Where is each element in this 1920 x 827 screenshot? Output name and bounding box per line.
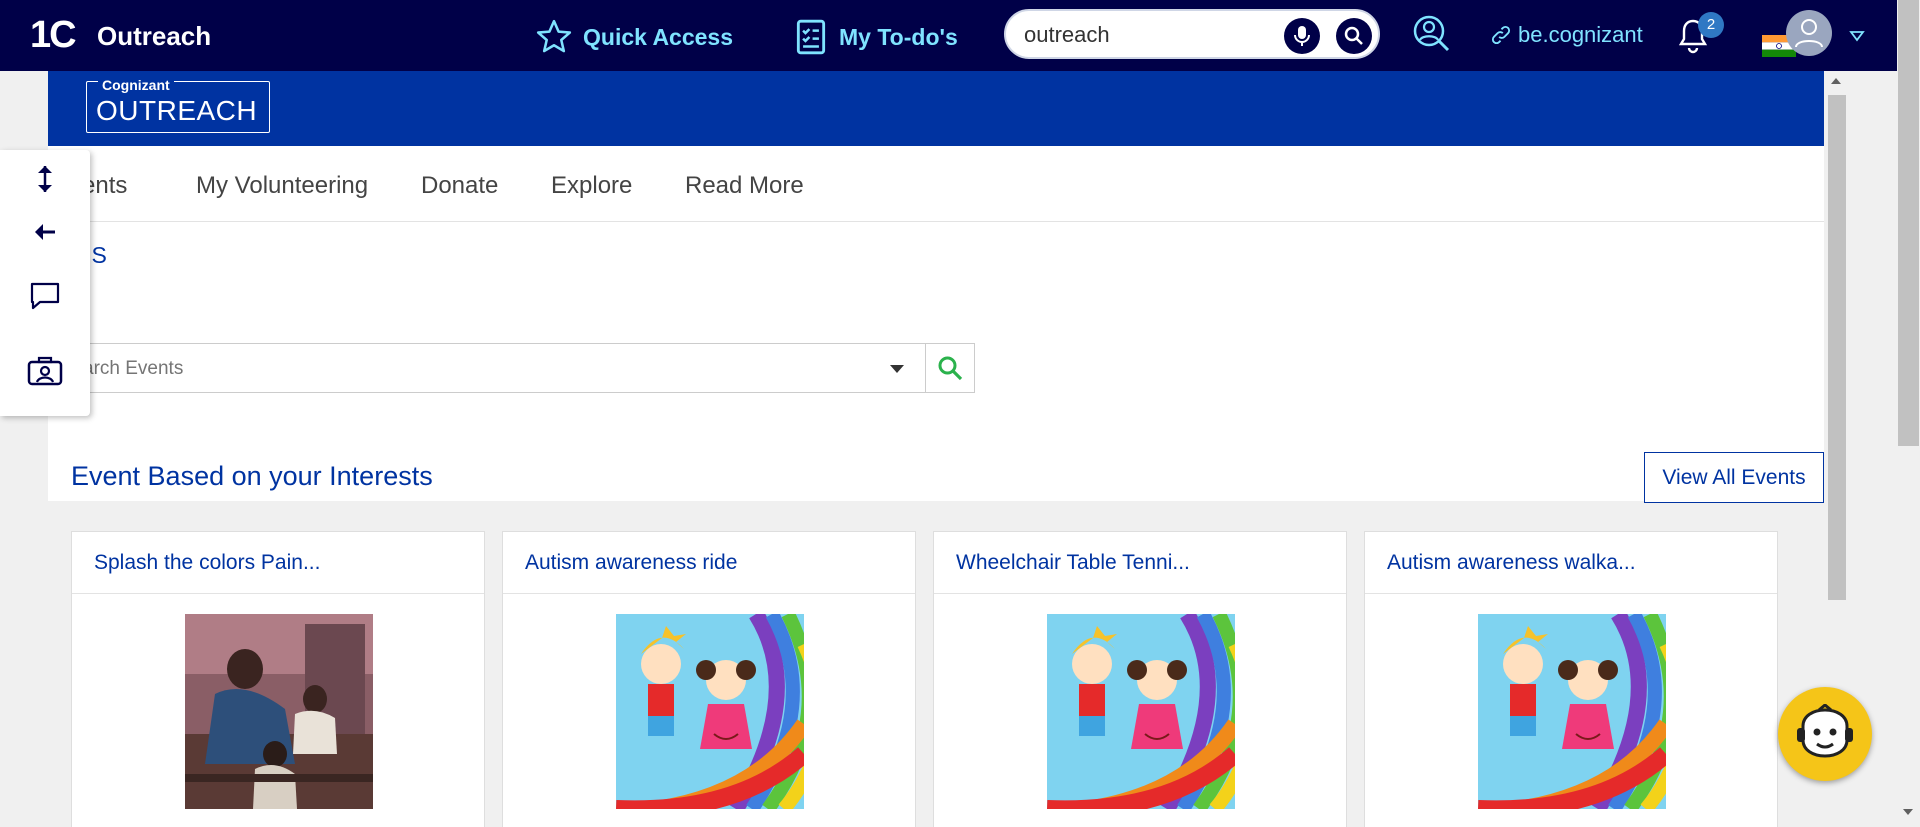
card-divider xyxy=(1365,593,1777,594)
search-icon xyxy=(938,356,963,381)
view-all-events-button[interactable]: View All Events xyxy=(1644,452,1824,503)
section-title: Event Based on your Interests xyxy=(71,461,433,491)
microphone-icon xyxy=(1294,26,1310,46)
star-icon xyxy=(536,19,572,53)
brand-big-text: OUTREACH xyxy=(96,95,258,126)
event-card[interactable]: Splash the colors Pain... xyxy=(71,531,485,827)
event-card[interactable]: Autism awareness ride xyxy=(502,531,916,827)
brand-small-text: Cognizant xyxy=(98,77,174,93)
notification-badge: 2 xyxy=(1698,12,1724,38)
user-icon xyxy=(1795,19,1823,48)
people-search-icon xyxy=(1413,15,1450,52)
event-card-title[interactable]: Wheelchair Table Tenni... xyxy=(956,551,1190,575)
support-desk-icon xyxy=(27,356,63,386)
event-image[interactable] xyxy=(185,614,373,809)
floating-toolbar xyxy=(0,150,90,416)
event-search-input[interactable] xyxy=(83,356,863,382)
user-panel: i S xyxy=(48,222,1824,501)
event-image[interactable] xyxy=(1478,614,1666,809)
app-name[interactable]: Outreach xyxy=(97,21,211,52)
brand-bar: Cognizant OUTREACH xyxy=(48,71,1824,146)
search-icon xyxy=(1344,26,1363,45)
link-icon xyxy=(1491,25,1511,45)
global-search xyxy=(1004,9,1380,59)
event-image[interactable] xyxy=(616,614,804,809)
todo-button[interactable]: My To-do's xyxy=(795,18,958,56)
chevron-down-icon[interactable] xyxy=(1849,30,1865,42)
chat-icon xyxy=(30,282,60,310)
page-scrollbar-thumb[interactable] xyxy=(1898,0,1919,446)
event-card-title[interactable]: Autism awareness walka... xyxy=(1387,551,1636,575)
tab-read-more[interactable]: Read More xyxy=(685,172,804,200)
event-card-title[interactable]: Splash the colors Pain... xyxy=(94,551,320,575)
card-divider xyxy=(72,593,484,594)
back-button[interactable] xyxy=(0,222,90,242)
event-card[interactable]: Wheelchair Table Tenni... xyxy=(933,531,1347,827)
global-search-input[interactable] xyxy=(1024,21,1274,49)
tab-my-volunteering[interactable]: My Volunteering xyxy=(196,172,368,200)
arrow-left-icon xyxy=(35,224,55,240)
scroll-down-icon[interactable] xyxy=(1902,808,1914,816)
event-image[interactable] xyxy=(1047,614,1235,809)
checklist-icon xyxy=(796,19,826,55)
chevron-down-icon[interactable] xyxy=(889,364,905,374)
voice-search-button[interactable] xyxy=(1284,18,1320,54)
avatar[interactable] xyxy=(1786,10,1832,56)
event-search-button[interactable] xyxy=(925,343,975,393)
inner-scrollbar-thumb[interactable] xyxy=(1828,95,1846,600)
card-divider xyxy=(503,593,915,594)
tab-explore[interactable]: Explore xyxy=(551,172,632,200)
main-nav: vents My Volunteering Donate Explore Rea… xyxy=(48,146,1824,222)
chatbot-button[interactable] xyxy=(1778,687,1872,781)
top-bar: 1C Outreach Quick Access My To-do's be.c… xyxy=(0,0,1920,71)
expand-collapse-button[interactable] xyxy=(0,164,90,194)
outreach-logo[interactable]: Cognizant OUTREACH xyxy=(86,77,270,133)
event-card[interactable]: Autism awareness walka... xyxy=(1364,531,1778,827)
vertical-arrows-icon xyxy=(38,166,52,192)
event-card-title[interactable]: Autism awareness ride xyxy=(525,551,737,575)
app-logo[interactable]: 1C xyxy=(30,14,77,57)
be-cognizant-link[interactable]: be.cognizant xyxy=(1490,22,1643,48)
quick-access-label: Quick Access xyxy=(583,23,734,50)
quick-access-button[interactable]: Quick Access xyxy=(535,18,733,56)
chat-button[interactable] xyxy=(0,280,90,312)
be-cognizant-label: be.cognizant xyxy=(1518,22,1643,47)
todo-label: My To-do's xyxy=(839,23,958,50)
content-frame: Cognizant OUTREACH vents My Volunteering… xyxy=(48,71,1824,827)
card-divider xyxy=(934,593,1346,594)
support-button[interactable] xyxy=(0,356,90,388)
people-search-button[interactable] xyxy=(1411,13,1451,58)
robot-icon xyxy=(1797,704,1853,758)
event-search xyxy=(58,343,975,393)
scroll-up-icon[interactable] xyxy=(1830,77,1842,85)
tab-donate[interactable]: Donate xyxy=(421,172,498,200)
search-button[interactable] xyxy=(1336,18,1372,54)
